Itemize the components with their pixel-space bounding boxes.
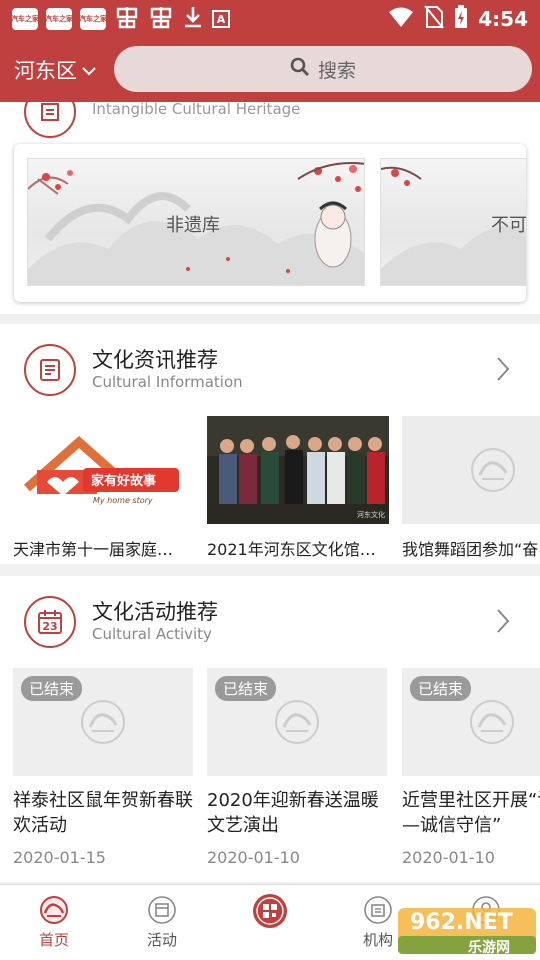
status-bar: 汽车之家 汽车之家 汽车之家 A 4:54 [0,0,540,38]
clock: 4:54 [478,7,528,31]
activity-thumbnail: 已结束 [402,668,540,776]
activity-date: 2020-01-15 [13,848,106,867]
news-thumbnail [402,416,540,524]
notification-glyph-icon [114,5,140,34]
district-label: 河东区 [14,59,77,83]
activity-title: 2020年迎新春送温暖文艺演出 [207,790,379,836]
activity-title: 近营里社区开展“讲堂—诚信守信” [402,790,540,836]
search-icon [290,57,310,82]
news-thumbnail: 河东文化 [207,416,389,524]
placeholder-logo-icon [81,700,125,744]
wifi-icon [388,6,414,32]
logo-text: 家有好故事 [91,474,157,489]
section-title: 文化活动推荐 [92,600,218,624]
home-scroll-content[interactable]: Intangible Cultural Heritage 非遗库 不可 文化资讯… [0,102,540,884]
ended-badge: 已结束 [21,676,83,701]
district-selector[interactable]: 河东区 [14,55,97,85]
activity-title: 祥泰社区鼠年贺新春联欢活动 [13,790,193,836]
heritage-subtitle: Intangible Cultural Heritage [92,102,301,118]
news-card[interactable]: 河东文化 2021年河东区文化馆… [207,416,389,560]
battery-icon [454,5,468,33]
heritage-header [24,102,76,138]
nav-home[interactable]: 首页 [14,895,94,950]
banner-label: 非遗库 [166,215,220,236]
home-icon [39,895,69,925]
heritage-icon [24,102,76,138]
search-bar[interactable]: 搜索 [114,46,532,92]
placeholder-logo-icon [471,448,515,492]
nav-label: 活动 [146,931,177,949]
app-notification-icon: 汽车之家 [12,8,38,30]
photo-watermark: 河东文化 [357,511,385,519]
calendar-icon [147,895,177,925]
activity-card[interactable]: 已结束 2020年迎新春送温暖文艺演出 2020-01-10 [207,668,387,867]
section-subtitle: Cultural Information [92,373,243,391]
activity-card[interactable]: 已结束 祥泰社区鼠年贺新春联欢活动 2020-01-15 [13,668,193,867]
news-title: 2021年河东区文化馆… [207,540,376,559]
nav-activity[interactable]: 活动 [122,895,202,950]
section-title: 文化资讯推荐 [92,348,218,372]
app-notification-icon: 汽车之家 [80,8,106,30]
group-photo-image [207,416,389,524]
watermark-text: 962.NET [410,910,513,935]
top-app-bar: 河东区 搜索 [0,38,540,102]
chevron-right-icon[interactable] [496,356,510,386]
site-watermark: 962.NET 乐游网 [398,906,536,956]
heritage-banner-immovable[interactable]: 不可 [380,158,526,286]
news-title: 天津市第十一届家庭… [13,540,174,559]
heritage-banner-library[interactable]: 非遗库 [27,158,365,286]
news-thumbnail: 家有好故事 My home story [13,416,195,524]
activity-date: 2020-01-10 [402,848,495,867]
calendar-day: 23 [42,619,58,633]
section-subtitle: Cultural Activity [92,625,212,643]
nav-scan[interactable] [230,893,310,933]
ended-badge: 已结束 [215,676,277,701]
app-notification-icon: 汽车之家 [46,8,72,30]
search-placeholder: 搜索 [317,59,356,82]
chevron-right-icon[interactable] [496,608,510,638]
calendar-icon: 23 [24,596,76,648]
news-title: 我馆舞蹈团参加“奋 [402,540,539,559]
news-card[interactable]: 我馆舞蹈团参加“奋 [402,416,540,560]
organization-icon [363,895,393,925]
watermark-subtext: 乐游网 [468,940,510,956]
cultural-info-header[interactable]: 文化资讯推荐 Cultural Information [0,324,540,416]
bottom-navigation: 首页 活动 机构 962.NET 乐游网 [0,884,540,960]
news-icon [24,344,76,396]
placeholder-logo-icon [470,700,514,744]
activity-date: 2020-01-10 [207,848,300,867]
logo-subtext: My home story [93,496,153,505]
notification-glyph-icon [148,5,174,34]
a-notification-icon: A [212,10,230,28]
qr-scan-icon [252,893,288,929]
banner-label: 不可 [491,215,526,236]
activity-thumbnail: 已结束 [13,668,193,776]
activity-card[interactable]: 已结束 近营里社区开展“讲堂—诚信守信” 2020-01-10 [402,668,540,867]
nav-label: 机构 [362,931,393,949]
download-icon [182,5,204,33]
placeholder-logo-icon [275,700,319,744]
nav-label: 首页 [38,931,69,949]
news-card[interactable]: 家有好故事 My home story 天津市第十一届家庭… [13,416,195,560]
ended-badge: 已结束 [410,676,472,701]
no-sim-icon [424,5,445,33]
activity-thumbnail: 已结束 [207,668,387,776]
cultural-info-section: 文化资讯推荐 Cultural Information 家有好故事 My hom… [0,324,540,564]
chevron-down-icon [81,58,97,82]
cultural-activity-header[interactable]: 23 文化活动推荐 Cultural Activity [0,576,540,668]
cultural-activity-section: 23 文化活动推荐 Cultural Activity 已结束 祥泰社区鼠年贺新… [0,576,540,882]
heritage-carousel[interactable]: 非遗库 不可 [14,144,526,302]
heritage-section: Intangible Cultural Heritage 非遗库 不可 [0,102,540,314]
